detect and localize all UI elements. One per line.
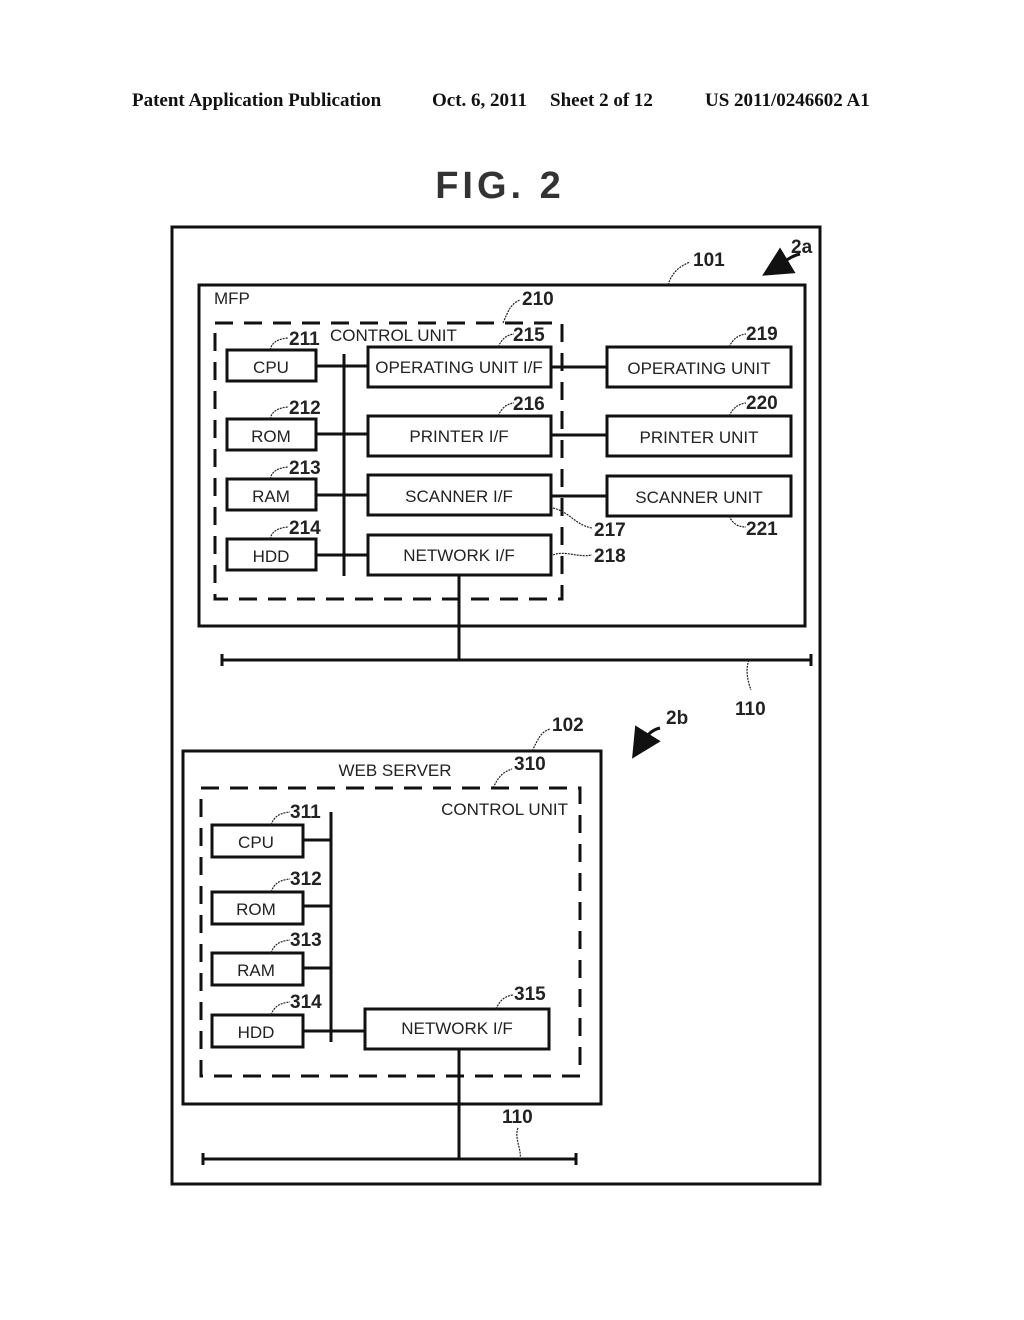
network-110-b-ref: 110 xyxy=(502,1107,533,1128)
mfp-leader xyxy=(667,261,691,286)
control-unit-210-label: CONTROL UNIT xyxy=(330,326,457,345)
svg-text:211: 211 xyxy=(289,329,320,350)
svg-text:215: 215 xyxy=(513,325,545,346)
svg-text:217: 217 xyxy=(594,520,626,541)
control-unit-310-label: CONTROL UNIT xyxy=(441,800,568,819)
interface-printer-216: PRINTER I/F 216 xyxy=(366,394,553,458)
svg-text:214: 214 xyxy=(289,518,321,539)
web-server-leader xyxy=(531,728,551,752)
svg-text:219: 219 xyxy=(746,324,778,345)
svg-text:213: 213 xyxy=(289,458,321,479)
svg-text:NETWORK I/F: NETWORK I/F xyxy=(403,546,514,565)
view-2b-ref: 2b xyxy=(666,708,688,729)
interface-network-218: NETWORK I/F 218 xyxy=(366,533,626,577)
svg-text:HDD: HDD xyxy=(253,547,290,566)
svg-text:218: 218 xyxy=(594,546,626,567)
svg-text:311: 311 xyxy=(290,802,321,823)
component-ram-313: RAM 313 xyxy=(210,930,331,987)
svg-text:221: 221 xyxy=(746,519,778,540)
svg-text:CPU: CPU xyxy=(253,358,289,377)
web-server-ref: 102 xyxy=(552,715,584,736)
mfp-label: MFP xyxy=(214,289,250,308)
svg-text:220: 220 xyxy=(746,393,778,414)
unit-printer-220: PRINTER UNIT 220 xyxy=(551,393,793,458)
interface-scanner-217: SCANNER I/F 217 xyxy=(366,473,626,541)
component-cpu-311: CPU 311 xyxy=(210,802,331,859)
svg-text:315: 315 xyxy=(514,984,546,1005)
svg-text:212: 212 xyxy=(289,398,321,419)
component-ram-213: RAM 213 xyxy=(225,458,368,512)
svg-text:RAM: RAM xyxy=(237,961,275,980)
unit-operating-219: OPERATING UNIT 219 xyxy=(551,324,793,389)
control-unit-310-leader xyxy=(492,768,513,789)
svg-text:314: 314 xyxy=(290,992,322,1013)
control-unit-210-leader xyxy=(502,299,521,324)
network-110-b-leader xyxy=(516,1127,521,1160)
block-diagram: 2a MFP 101 CONTROL UNIT 210 CPU 211 ROM … xyxy=(170,225,822,1186)
unit-scanner-221: SCANNER UNIT 221 xyxy=(551,474,793,540)
interface-network-315: NETWORK I/F 315 xyxy=(363,984,551,1051)
svg-text:HDD: HDD xyxy=(238,1023,275,1042)
mfp-ref: 101 xyxy=(693,250,725,271)
view-2a-ref: 2a xyxy=(791,237,813,258)
control-unit-210-ref: 210 xyxy=(522,289,554,310)
view-2b-arrow-icon xyxy=(632,725,661,759)
svg-text:OPERATING UNIT: OPERATING UNIT xyxy=(627,359,770,378)
component-rom-312: ROM 312 xyxy=(210,869,331,926)
svg-text:ROM: ROM xyxy=(236,900,276,919)
svg-text:SCANNER I/F: SCANNER I/F xyxy=(405,487,513,506)
svg-text:RAM: RAM xyxy=(252,487,290,506)
component-rom-212: ROM 212 xyxy=(225,398,368,452)
svg-text:NETWORK I/F: NETWORK I/F xyxy=(401,1019,512,1038)
svg-text:ROM: ROM xyxy=(251,427,291,446)
control-unit-310-ref: 310 xyxy=(514,754,546,775)
svg-text:PRINTER I/F: PRINTER I/F xyxy=(409,427,508,446)
svg-text:313: 313 xyxy=(290,930,322,951)
svg-text:PRINTER UNIT: PRINTER UNIT xyxy=(640,428,759,447)
svg-text:312: 312 xyxy=(290,869,322,890)
svg-text:216: 216 xyxy=(513,394,545,415)
svg-text:SCANNER UNIT: SCANNER UNIT xyxy=(635,488,763,507)
svg-text:CPU: CPU xyxy=(238,833,274,852)
network-110-a-ref: 110 xyxy=(735,699,766,720)
component-hdd-214: HDD 214 xyxy=(225,518,368,572)
component-hdd-314: HDD 314 xyxy=(210,992,365,1049)
svg-text:OPERATING UNIT I/F: OPERATING UNIT I/F xyxy=(375,358,543,377)
web-server-label: WEB SERVER xyxy=(338,761,451,780)
network-110-a-leader xyxy=(746,659,752,691)
